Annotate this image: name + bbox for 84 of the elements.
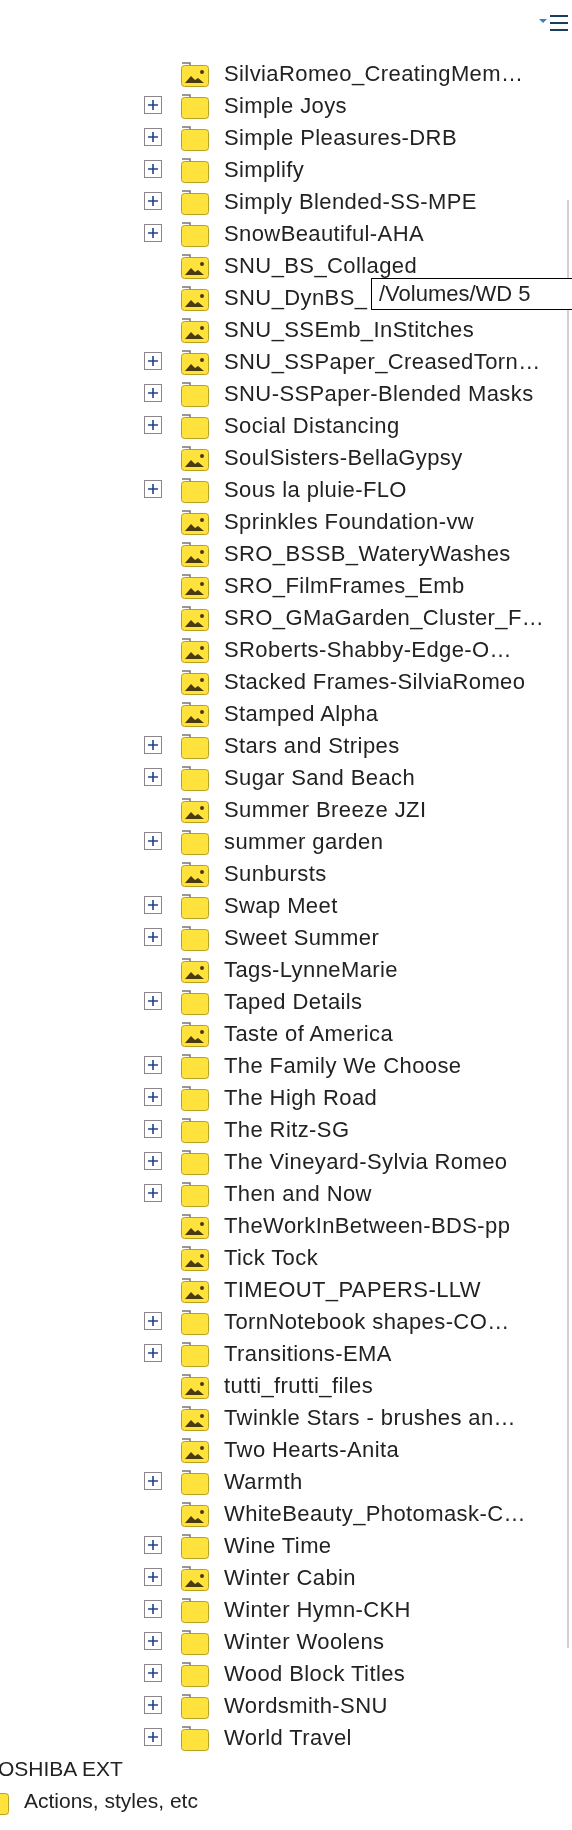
folder-name[interactable]: tutti_frutti_files (224, 1368, 374, 1402)
expand-icon[interactable] (144, 1728, 162, 1746)
folder-name[interactable]: Tags-LynneMarie (224, 952, 398, 986)
folder-name[interactable]: Wordsmith-SNU (224, 1688, 388, 1722)
folder-name[interactable]: SoulSisters-BellaGypsy (224, 440, 463, 474)
folder-name[interactable]: Stacked Frames-SilviaRomeo (224, 664, 526, 698)
folder-name[interactable]: Twinkle Stars - brushes an… (224, 1400, 517, 1434)
expand-icon[interactable] (144, 1120, 162, 1138)
folder-name[interactable]: Actions, styles, etc (24, 1785, 198, 1817)
folder-name[interactable]: Wood Block Titles (224, 1656, 406, 1690)
expand-icon[interactable] (144, 1600, 162, 1618)
expand-icon[interactable] (144, 1056, 162, 1074)
folder-name[interactable]: World Travel (224, 1720, 352, 1754)
folder-name[interactable]: SRO_GMaGarden_Cluster_F… (224, 600, 545, 634)
expand-icon[interactable] (144, 1312, 162, 1330)
folder-name[interactable]: Sunbursts (224, 856, 327, 890)
folder-name[interactable]: The Vineyard-Sylvia Romeo (224, 1144, 508, 1178)
folder-name[interactable]: Social Distancing (224, 408, 400, 442)
folder-name[interactable]: Swap Meet (224, 888, 338, 922)
expand-icon[interactable] (144, 736, 162, 754)
folder-name[interactable]: SRoberts-Shabby-Edge-O… (224, 632, 512, 666)
folder-name[interactable]: Simplify (224, 152, 305, 186)
folder-name[interactable]: Transitions-EMA (224, 1336, 392, 1370)
expand-icon[interactable] (144, 224, 162, 242)
expand-icon[interactable] (144, 1088, 162, 1106)
folder-name[interactable]: SRO_BSSB_WateryWashes (224, 536, 511, 570)
folder-name[interactable]: Simple Pleasures-DRB (224, 120, 457, 154)
folder-name[interactable]: TIMEOUT_PAPERS-LLW (224, 1272, 481, 1306)
expand-icon[interactable] (144, 928, 162, 946)
expand-icon[interactable] (144, 1536, 162, 1554)
expand-icon[interactable] (144, 192, 162, 210)
expand-icon[interactable] (144, 992, 162, 1010)
folder-name[interactable]: Two Hearts-Anita (224, 1432, 400, 1466)
folder-name[interactable]: SnowBeautiful-AHA (224, 216, 424, 250)
folder-name[interactable]: Stars and Stripes (224, 728, 400, 762)
folder-name[interactable]: Simple Joys (224, 88, 347, 122)
expand-icon[interactable] (144, 1184, 162, 1202)
folder-name[interactable]: Taped Details (224, 984, 363, 1018)
folder-name[interactable]: Taste of America (224, 1016, 394, 1050)
folder-name[interactable]: SNU_SSPaper_CreasedTorn… (224, 344, 541, 378)
expand-icon[interactable] (144, 1344, 162, 1362)
expand-icon[interactable] (144, 96, 162, 114)
expand-icon[interactable] (144, 128, 162, 146)
folder-name[interactable]: WhiteBeauty_Photomask-C… (224, 1496, 526, 1530)
folder-name[interactable]: SNU_DynBS_ (224, 280, 368, 314)
folder-name[interactable]: Winter Cabin (224, 1560, 356, 1594)
expand-icon[interactable] (144, 1568, 162, 1586)
folder-name[interactable]: The High Road (224, 1080, 378, 1114)
expand-icon[interactable] (144, 416, 162, 434)
folder-name[interactable]: Warmth (224, 1464, 303, 1498)
expand-icon[interactable] (144, 352, 162, 370)
folder-name[interactable]: The Ritz-SG (224, 1112, 350, 1146)
folder-name[interactable]: Simply Blended-SS-MPE (224, 184, 477, 218)
folder-name[interactable]: The Family We Choose (224, 1048, 462, 1082)
expand-icon[interactable] (144, 1632, 162, 1650)
expand-icon[interactable] (144, 1696, 162, 1714)
folder-name[interactable]: SilviaRomeo_CreatingMem… (224, 56, 524, 90)
folder-name[interactable]: TornNotebook shapes-CO… (224, 1304, 510, 1338)
folder-name[interactable]: Sugar Sand Beach (224, 760, 416, 794)
expand-icon[interactable] (144, 384, 162, 402)
folder-name[interactable]: Winter Hymn-CKH (224, 1592, 411, 1626)
folder-name[interactable]: SNU-SSPaper-Blended Masks (224, 376, 534, 410)
expand-icon[interactable] (144, 768, 162, 786)
expand-icon[interactable] (144, 896, 162, 914)
folder-name[interactable]: Summer Breeze JZI (224, 792, 427, 826)
folder-name[interactable]: Sweet Summer (224, 920, 380, 954)
folder-name[interactable]: summer garden (224, 824, 384, 858)
folder-name[interactable]: Sous la pluie-FLO (224, 472, 407, 506)
folder-name[interactable]: Wine Time (224, 1528, 332, 1562)
folder-name[interactable]: Then and Now (224, 1176, 372, 1210)
folder-name[interactable]: Winter Woolens (224, 1624, 385, 1658)
expand-icon[interactable] (144, 480, 162, 498)
expand-icon[interactable] (144, 832, 162, 850)
tooltip: /Volumes/WD 5 (371, 278, 572, 310)
expand-icon[interactable] (144, 160, 162, 178)
folder-name[interactable]: SNU_SSEmb_InStitches (224, 312, 475, 346)
expand-icon[interactable] (144, 1152, 162, 1170)
folder-name[interactable]: SRO_FilmFrames_Emb (224, 568, 465, 602)
expand-icon[interactable] (144, 1664, 162, 1682)
folder-name[interactable]: Sprinkles Foundation-vw (224, 504, 475, 538)
folder-name[interactable]: Tick Tock (224, 1240, 319, 1274)
folder-name[interactable]: Stamped Alpha (224, 696, 379, 730)
folder-name[interactable]: TheWorkInBetween-BDS-pp (224, 1208, 511, 1242)
expand-icon[interactable] (144, 1472, 162, 1490)
